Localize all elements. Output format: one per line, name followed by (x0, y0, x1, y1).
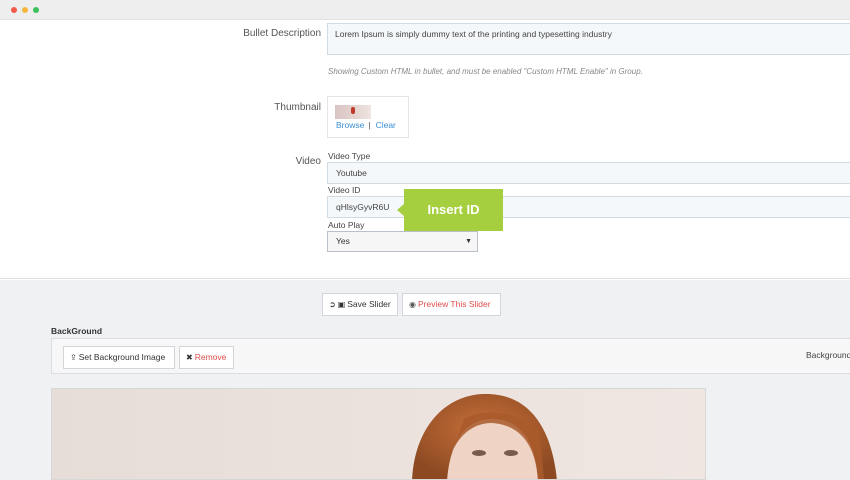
set-background-image-button[interactable]: ⇪ Set Background Image (63, 346, 175, 369)
bullet-description-hint: Showing Custom HTML in bullet, and must … (328, 67, 643, 76)
eye-icon: ◉ (409, 300, 416, 309)
preview-slider-label: Preview This Slider (417, 299, 491, 309)
video-id-label: Video ID (328, 185, 361, 195)
close-icon: ✖ (186, 353, 193, 362)
chevron-down-icon: ▼ (465, 238, 472, 245)
autoplay-select[interactable]: Yes ▼ (327, 231, 478, 252)
remove-background-label: Remove (194, 352, 227, 362)
thumbnail-browse-link[interactable]: Browse (336, 120, 364, 130)
insert-id-tooltip: Insert ID (397, 189, 503, 231)
window-maximize-dot[interactable] (33, 7, 39, 13)
set-background-image-label: Set Background Image (78, 352, 166, 362)
slider-lower-panel: ➲ ▣ Save Slider ◉ Preview This Slider BackG… (0, 280, 850, 480)
save-slider-label: Save Slider (347, 299, 391, 309)
remove-background-button[interactable]: ✖ Remove (179, 346, 234, 369)
floppy-disk-icon: ▣ (337, 300, 346, 309)
bullet-description-label: Bullet Description (243, 28, 321, 39)
window-minimize-dot[interactable] (22, 7, 28, 13)
portrait-photo-illustration (52, 389, 705, 479)
video-label: Video (295, 156, 321, 167)
arrow-circle-icon: ➲ (329, 300, 336, 309)
preview-slider-button[interactable]: ◉ Preview This Slider (402, 293, 501, 316)
thumbnail-label: Thumbnail (274, 102, 321, 113)
thumbnail-box: Browse | Clear (327, 96, 409, 138)
video-type-label: Video Type (328, 151, 371, 161)
thumbnail-image (335, 105, 371, 119)
background-preview-image (51, 388, 706, 480)
autoplay-label: Auto Play (328, 220, 365, 230)
window-titlebar (0, 0, 850, 20)
upload-icon: ⇪ (70, 353, 77, 362)
save-slider-button[interactable]: ➲ ▣ Save Slider (322, 293, 398, 316)
video-type-field[interactable]: Youtube (327, 162, 850, 184)
background-settings-label: Background (806, 350, 850, 360)
window-close-dot[interactable] (11, 7, 17, 13)
thumbnail-clear-link[interactable]: Clear (376, 120, 396, 130)
slide-form: Bullet Description Lorem Ipsum is simply… (0, 20, 850, 279)
thumbnail-separator: | (368, 120, 371, 130)
bullet-description-textarea[interactable]: Lorem Ipsum is simply dummy text of the … (327, 23, 850, 55)
autoplay-value: Yes (336, 236, 350, 246)
thumbnail-actions: Browse | Clear (336, 120, 396, 130)
background-section-title: BackGround (51, 326, 103, 336)
